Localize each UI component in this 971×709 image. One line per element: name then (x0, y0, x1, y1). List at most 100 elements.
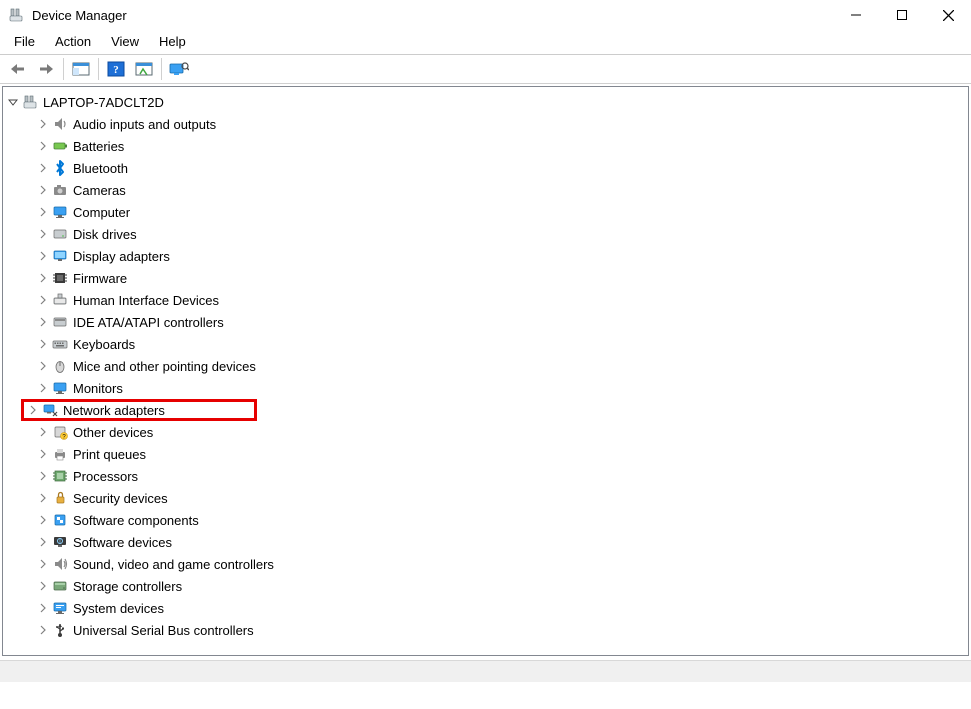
chevron-right-icon[interactable] (35, 138, 51, 154)
toolbar-properties-button[interactable] (131, 57, 157, 81)
monitor-icon (51, 379, 69, 397)
tree-node-firmware[interactable]: Firmware (25, 267, 968, 289)
camera-icon (51, 181, 69, 199)
firmware-icon (51, 269, 69, 287)
toolbar-forward-button[interactable] (33, 57, 59, 81)
tree-node-display[interactable]: Display adapters (25, 245, 968, 267)
close-button[interactable] (925, 0, 971, 30)
tree-node-swdev[interactable]: Software devices (25, 531, 968, 553)
tree-node-storage[interactable]: Storage controllers (25, 575, 968, 597)
tree-node-label: Other devices (73, 425, 153, 440)
keyboard-icon (51, 335, 69, 353)
chevron-right-icon[interactable] (35, 490, 51, 506)
chevron-right-icon[interactable] (35, 182, 51, 198)
chevron-right-icon[interactable] (35, 424, 51, 440)
chevron-right-icon[interactable] (35, 358, 51, 374)
tree-node-label: IDE ATA/ATAPI controllers (73, 315, 224, 330)
chevron-right-icon[interactable] (35, 622, 51, 638)
tree-node-security[interactable]: Security devices (25, 487, 968, 509)
minimize-button[interactable] (833, 0, 879, 30)
chevron-right-icon[interactable] (35, 292, 51, 308)
tree-node-label: Firmware (73, 271, 127, 286)
tree-node-label: Software components (73, 513, 199, 528)
tree-node-bluetooth[interactable]: Bluetooth (25, 157, 968, 179)
chevron-right-icon[interactable] (35, 336, 51, 352)
tree-node-label: Batteries (73, 139, 124, 154)
chevron-right-icon[interactable] (35, 600, 51, 616)
menu-action[interactable]: Action (45, 33, 101, 50)
chevron-right-icon[interactable] (35, 512, 51, 528)
chevron-right-icon[interactable] (35, 226, 51, 242)
tree-node-network[interactable]: Network adapters (21, 399, 257, 421)
tree-node-mice[interactable]: Mice and other pointing devices (25, 355, 968, 377)
title-bar: Device Manager (0, 0, 971, 30)
tree-node-diskdrives[interactable]: Disk drives (25, 223, 968, 245)
menu-help[interactable]: Help (149, 33, 196, 50)
chevron-right-icon[interactable] (25, 402, 41, 418)
system-icon (51, 599, 69, 617)
chevron-right-icon[interactable] (35, 534, 51, 550)
toolbar-back-button[interactable] (5, 57, 31, 81)
security-icon (51, 489, 69, 507)
app-icon (8, 7, 24, 23)
toolbar-scan-button[interactable] (166, 57, 192, 81)
usb-icon (51, 621, 69, 639)
menu-file[interactable]: File (4, 33, 45, 50)
chevron-right-icon[interactable] (35, 160, 51, 176)
chevron-right-icon[interactable] (35, 446, 51, 462)
toolbar: ? (0, 55, 971, 83)
tree-node-other[interactable]: Other devices (25, 421, 968, 443)
chevron-right-icon[interactable] (35, 380, 51, 396)
tree-root-label: LAPTOP-7ADCLT2D (43, 95, 164, 110)
tree-node-keyboards[interactable]: Keyboards (25, 333, 968, 355)
chevron-down-icon[interactable] (5, 94, 21, 110)
chevron-right-icon[interactable] (35, 270, 51, 286)
computer-icon (51, 203, 69, 221)
tree-node-label: System devices (73, 601, 164, 616)
tree-node-processors[interactable]: Processors (25, 465, 968, 487)
chevron-right-icon[interactable] (35, 248, 51, 264)
tree-node-hid[interactable]: Human Interface Devices (25, 289, 968, 311)
tree-node-ide[interactable]: IDE ATA/ATAPI controllers (25, 311, 968, 333)
tree-node-label: Network adapters (63, 403, 165, 418)
chevron-right-icon[interactable] (35, 314, 51, 330)
storage-icon (51, 577, 69, 595)
tree-node-usb[interactable]: Universal Serial Bus controllers (25, 619, 968, 641)
network-icon (41, 401, 59, 419)
chevron-right-icon[interactable] (35, 578, 51, 594)
display-icon (51, 247, 69, 265)
sound-icon (51, 555, 69, 573)
tree-node-label: Keyboards (73, 337, 135, 352)
computer-root-icon (21, 93, 39, 111)
chevron-right-icon[interactable] (35, 204, 51, 220)
tree-node-swcomp[interactable]: Software components (25, 509, 968, 531)
tree-node-system[interactable]: System devices (25, 597, 968, 619)
tree-node-label: Cameras (73, 183, 126, 198)
tree-node-cameras[interactable]: Cameras (25, 179, 968, 201)
tree-node-batteries[interactable]: Batteries (25, 135, 968, 157)
window-controls (833, 0, 971, 30)
printer-icon (51, 445, 69, 463)
tree-root-node[interactable]: LAPTOP-7ADCLT2D (5, 91, 968, 113)
toolbar-separator (98, 58, 99, 80)
toolbar-help-button[interactable]: ? (103, 57, 129, 81)
toolbar-separator (63, 58, 64, 80)
chevron-right-icon[interactable] (35, 556, 51, 572)
tree-node-printq[interactable]: Print queues (25, 443, 968, 465)
tree-node-label: Audio inputs and outputs (73, 117, 216, 132)
tree-node-label: Print queues (73, 447, 146, 462)
menu-view[interactable]: View (101, 33, 149, 50)
toolbar-show-hide-button[interactable] (68, 57, 94, 81)
other-icon (51, 423, 69, 441)
maximize-button[interactable] (879, 0, 925, 30)
tree-node-audio[interactable]: Audio inputs and outputs (25, 113, 968, 135)
chevron-right-icon[interactable] (35, 116, 51, 132)
device-tree[interactable]: LAPTOP-7ADCLT2D Audio inputs and outputs… (2, 86, 969, 656)
tree-node-label: Display adapters (73, 249, 170, 264)
chevron-right-icon[interactable] (35, 468, 51, 484)
tree-node-computer[interactable]: Computer (25, 201, 968, 223)
tree-node-monitors[interactable]: Monitors (25, 377, 968, 399)
tree-node-sound[interactable]: Sound, video and game controllers (25, 553, 968, 575)
tree-node-label: Bluetooth (73, 161, 128, 176)
ide-icon (51, 313, 69, 331)
